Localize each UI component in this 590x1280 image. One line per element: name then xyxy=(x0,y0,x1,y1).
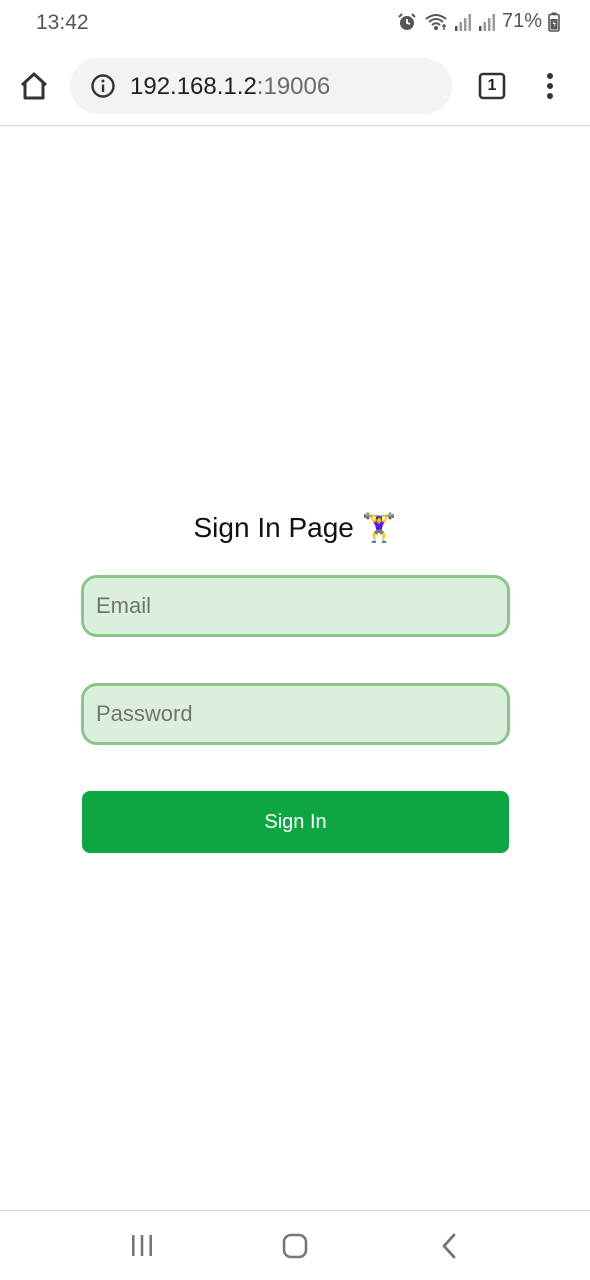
home-nav-button[interactable] xyxy=(280,1231,310,1261)
more-vert-icon xyxy=(536,73,564,108)
signal-icon xyxy=(478,12,496,32)
email-field[interactable] xyxy=(81,575,510,637)
system-nav-bar xyxy=(0,1210,590,1280)
alarm-icon xyxy=(396,11,418,33)
recents-icon xyxy=(127,1235,157,1265)
url-host: 192.168.1.2 xyxy=(130,73,257,100)
battery-icon xyxy=(548,12,560,32)
info-icon[interactable] xyxy=(90,73,116,99)
url-port: :19006 xyxy=(256,73,331,100)
wifi-icon xyxy=(424,11,448,33)
back-icon xyxy=(434,1233,464,1265)
back-button[interactable] xyxy=(434,1231,464,1261)
home-nav-icon xyxy=(280,1233,310,1265)
recents-button[interactable] xyxy=(127,1231,157,1261)
status-bar: 13:42 71% xyxy=(0,0,590,46)
home-icon xyxy=(14,72,54,110)
battery-percent: 71% xyxy=(501,10,542,32)
page-content: Sign In Page 🏋️‍♀️ Sign In xyxy=(0,127,590,1210)
page-title: Sign In Page 🏋️‍♀️ xyxy=(193,512,397,543)
home-button[interactable] xyxy=(14,66,54,106)
status-icons: 71% xyxy=(396,10,560,33)
tab-switcher-button[interactable]: 1 xyxy=(476,70,508,102)
password-field[interactable] xyxy=(81,683,510,745)
address-bar[interactable]: 192.168.1.2:19006 xyxy=(70,58,452,114)
sign-in-button[interactable]: Sign In xyxy=(82,791,509,853)
browser-toolbar: 192.168.1.2:19006 1 xyxy=(0,46,590,126)
status-time: 13:42 xyxy=(36,11,89,34)
tab-count: 1 xyxy=(487,77,497,94)
signal-icon xyxy=(454,12,472,32)
url-text: 192.168.1.2:19006 xyxy=(130,73,330,101)
more-options-button[interactable] xyxy=(536,68,564,104)
